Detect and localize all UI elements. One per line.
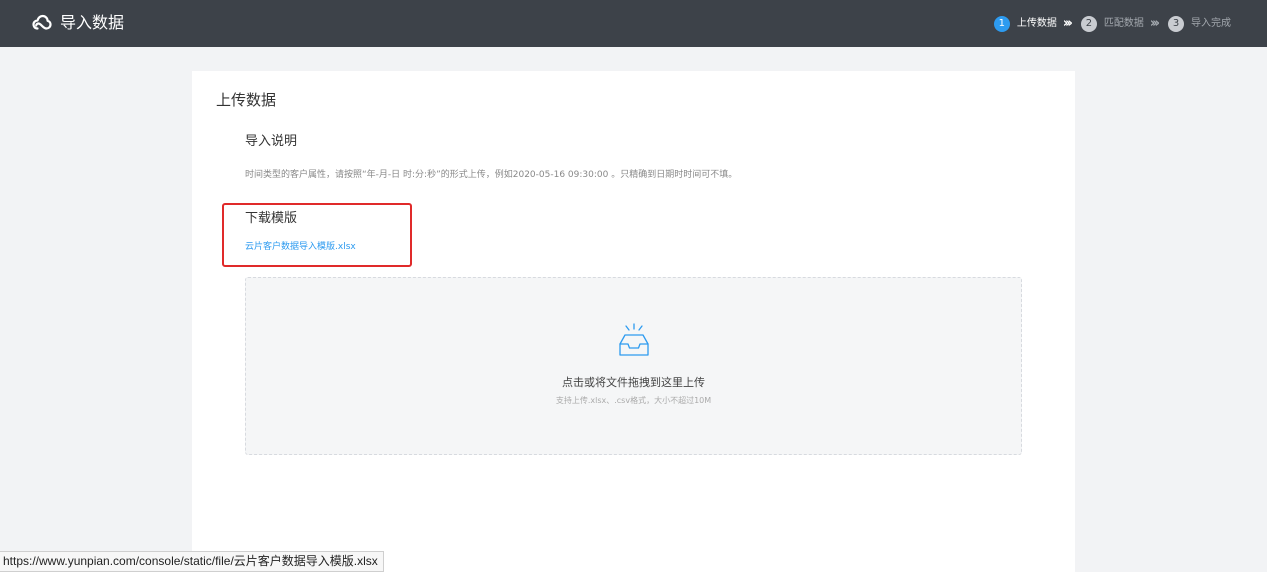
highlight-annotation-box bbox=[222, 203, 412, 267]
step-label: 匹配数据 bbox=[1103, 18, 1144, 29]
wizard-steps: 1 上传数据 ››› 2 匹配数据 ››› 3 导入完成 bbox=[993, 14, 1231, 34]
step-number-badge: 1 bbox=[993, 16, 1010, 32]
step-label: 上传数据 bbox=[1016, 18, 1057, 29]
chevron-right-icon: ››› bbox=[1062, 16, 1073, 31]
step-number-badge: 2 bbox=[1080, 16, 1097, 32]
step-label: 导入完成 bbox=[1191, 18, 1231, 29]
file-upload-dropzone[interactable]: 点击或将文件拖拽到这里上传 支持上传.xlsx、.csv格式，大小不超过10M bbox=[245, 277, 1022, 455]
inbox-upload-icon bbox=[619, 323, 649, 356]
step-match: 2 匹配数据 bbox=[1080, 16, 1144, 32]
panel-title: 上传数据 bbox=[216, 91, 277, 109]
cloud-logo-icon bbox=[32, 14, 52, 30]
step-upload: 1 上传数据 bbox=[993, 16, 1057, 32]
step-number-badge: 3 bbox=[1168, 16, 1184, 32]
instructions-text: 时间类型的客户属性，请按照“年-月-日 时:分:秒”的形式上传，例如2020-0… bbox=[245, 170, 738, 180]
step-complete: 3 导入完成 bbox=[1168, 16, 1231, 32]
instructions-title: 导入说明 bbox=[245, 134, 298, 149]
page-title: 导入数据 bbox=[60, 13, 125, 32]
dropzone-hint-text: 支持上传.xlsx、.csv格式，大小不超过10M bbox=[555, 396, 712, 405]
chevron-right-icon: ››› bbox=[1149, 16, 1160, 31]
top-header-bar: 导入数据 1 上传数据 ››› 2 匹配数据 ››› 3 导入完成 bbox=[0, 0, 1267, 47]
browser-status-url: https://www.yunpian.com/console/static/f… bbox=[0, 551, 384, 572]
dropzone-main-text: 点击或将文件拖拽到这里上传 bbox=[562, 376, 705, 389]
